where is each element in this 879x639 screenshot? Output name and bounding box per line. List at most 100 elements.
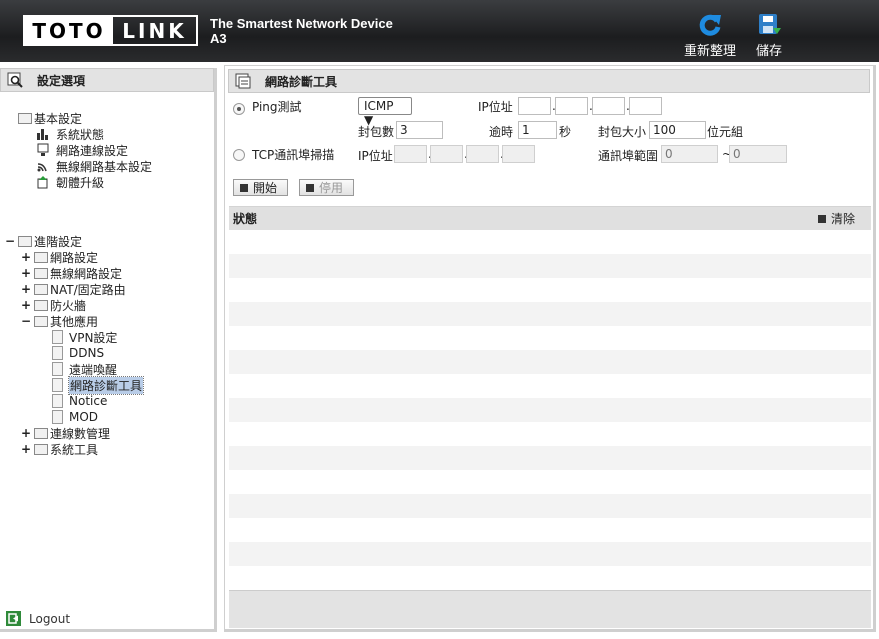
tree-item-notice[interactable]: Notice [52, 393, 107, 409]
save-button[interactable]: 儲存 [756, 12, 782, 59]
output-row [229, 254, 871, 278]
tree-item-wake-on-lan[interactable]: 遠端喚醒 [52, 361, 117, 377]
lock-folder-icon [34, 299, 48, 311]
tree-item-label: MOD [69, 410, 99, 424]
tree-item-label: 防火牆 [50, 298, 87, 313]
clear-button[interactable]: 清除 [817, 210, 855, 227]
folder-icon [34, 315, 48, 327]
window-icon [235, 73, 251, 89]
monitor-icon [37, 143, 49, 156]
tree-item-system-tools[interactable]: + 系統工具 [20, 441, 98, 457]
save-label: 儲存 [756, 44, 783, 59]
timeout-label: 逾時 [489, 125, 514, 139]
tree-item-mod[interactable]: MOD [52, 409, 98, 425]
upgrade-icon [37, 176, 48, 189]
tree-item-label: 無線網路基本設定 [56, 159, 153, 174]
tree-basic-settings[interactable]: 基本設定 [18, 110, 82, 126]
document-icon [52, 330, 63, 344]
output-row [229, 422, 871, 446]
tree-item-wireless-basic[interactable]: 無線網路基本設定 [36, 158, 152, 174]
document-icon [52, 410, 63, 424]
tree-item-vpn[interactable]: VPN設定 [52, 329, 117, 345]
output-row [229, 350, 871, 374]
logout-icon [6, 611, 21, 626]
tcp-ip-octet-3[interactable] [466, 145, 499, 163]
tree-item-label: 連線數管理 [50, 426, 111, 441]
output-row [229, 278, 871, 302]
ping-ip-octet-1[interactable] [518, 97, 551, 115]
folder-icon [18, 235, 32, 247]
tree-item-system-status[interactable]: 系統狀態 [36, 126, 104, 142]
tree-advanced-settings[interactable]: − 進階設定 [4, 233, 82, 249]
ping-radio[interactable] [233, 103, 245, 115]
tree-item-nat-routing[interactable]: + NAT/固定路由 [20, 281, 126, 297]
output-row [229, 230, 871, 254]
tree-item-network-connection[interactable]: 網路連線設定 [36, 142, 128, 158]
expand-icon: + [20, 442, 32, 456]
chart-folder-icon [34, 427, 48, 439]
logout-label: Logout [29, 611, 71, 626]
tree-advanced-label: 進階設定 [34, 234, 83, 249]
expand-icon: + [20, 426, 32, 440]
logout-button[interactable]: Logout [5, 610, 70, 627]
tree-item-connection-mgmt[interactable]: + 連線數管理 [20, 425, 110, 441]
stop-button[interactable]: 停用 [299, 179, 354, 196]
expand-icon: + [20, 298, 32, 312]
tcp-scan-radio[interactable] [233, 149, 245, 161]
output-row [229, 566, 871, 590]
timeout-field[interactable]: 1 [518, 121, 557, 139]
clear-icon [817, 214, 826, 223]
output-row [229, 470, 871, 494]
ping-ip-octet-4[interactable] [629, 97, 662, 115]
logo-left-text: TOTO [25, 17, 113, 44]
ping-ip-label: IP位址 [478, 100, 513, 114]
sidebar: 設定選項 基本設定 系統狀態 網路連線設定 無線網路基本設定 韌體升級 − 進階… [0, 68, 217, 632]
start-label: 開始 [253, 181, 278, 195]
tree-item-network-diagnostics[interactable]: 網路診斷工具 [52, 375, 145, 395]
tree-item-label: NAT/固定路由 [50, 282, 126, 297]
tree-item-label: 系統狀態 [56, 127, 105, 142]
ping-ip-octet-2[interactable] [555, 97, 588, 115]
tcp-ip-octet-1[interactable] [394, 145, 427, 163]
tree-item-label: 遠端喚醒 [69, 362, 118, 377]
port-to-field[interactable]: 0 [729, 145, 787, 163]
timeout-unit: 秒 [559, 125, 572, 139]
refresh-button[interactable]: 重新整理 [684, 12, 736, 59]
output-row [229, 398, 871, 422]
tree-item-ddns[interactable]: DDNS [52, 345, 104, 361]
diagnostic-form: Ping測試 ICMP ▼ IP位址 . . . 封包數 3 逾時 1 秒 封包… [229, 94, 869, 210]
port-from-field[interactable]: 0 [661, 145, 718, 163]
tree-item-firewall[interactable]: + 防火牆 [20, 297, 86, 313]
tree-item-firmware-upgrade[interactable]: 韌體升級 [36, 174, 104, 190]
tcp-ip-label: IP位址 [358, 149, 393, 163]
packet-count-field[interactable]: 3 [396, 121, 443, 139]
tagline-text: The Smartest Network Device [210, 16, 393, 31]
main-panel: 網路診斷工具 Ping測試 ICMP ▼ IP位址 . . . 封包數 3 逾時… [224, 65, 876, 632]
protocol-select[interactable]: ICMP ▼ [358, 97, 412, 127]
status-output-area [229, 230, 871, 590]
packet-size-field[interactable]: 100 [649, 121, 706, 139]
tcp-ip-octet-4[interactable] [502, 145, 535, 163]
tree-item-label: 網路連線設定 [56, 143, 129, 158]
tree-item-label: 無線網路設定 [50, 266, 123, 281]
tcp-ip-octet-2[interactable] [430, 145, 463, 163]
header-bar: TOTO LINK The Smartest Network Device A3… [0, 0, 879, 62]
status-header: 狀態 清除 [229, 206, 871, 230]
tree-item-label: 網路設定 [50, 250, 99, 265]
tree-item-wireless-settings[interactable]: + 無線網路設定 [20, 265, 122, 281]
output-row [229, 542, 871, 566]
collapse-icon: − [4, 234, 16, 248]
start-button[interactable]: 開始 [233, 179, 288, 196]
stop-label: 停用 [319, 181, 344, 195]
tree-item-network-settings[interactable]: + 網路設定 [20, 249, 98, 265]
tree-item-other-apps[interactable]: − 其他應用 [20, 313, 98, 329]
tree-item-label: 系統工具 [50, 442, 99, 457]
packet-count-label: 封包數 [358, 125, 395, 139]
folder-icon [34, 251, 48, 263]
device-tagline: The Smartest Network Device A3 [210, 16, 393, 46]
magnifier-icon [7, 72, 23, 88]
port-range-label: 通訊埠範圍 [598, 149, 659, 163]
ping-ip-octet-3[interactable] [592, 97, 625, 115]
sidebar-title: 設定選項 [37, 73, 86, 88]
panel-footer [229, 590, 871, 628]
